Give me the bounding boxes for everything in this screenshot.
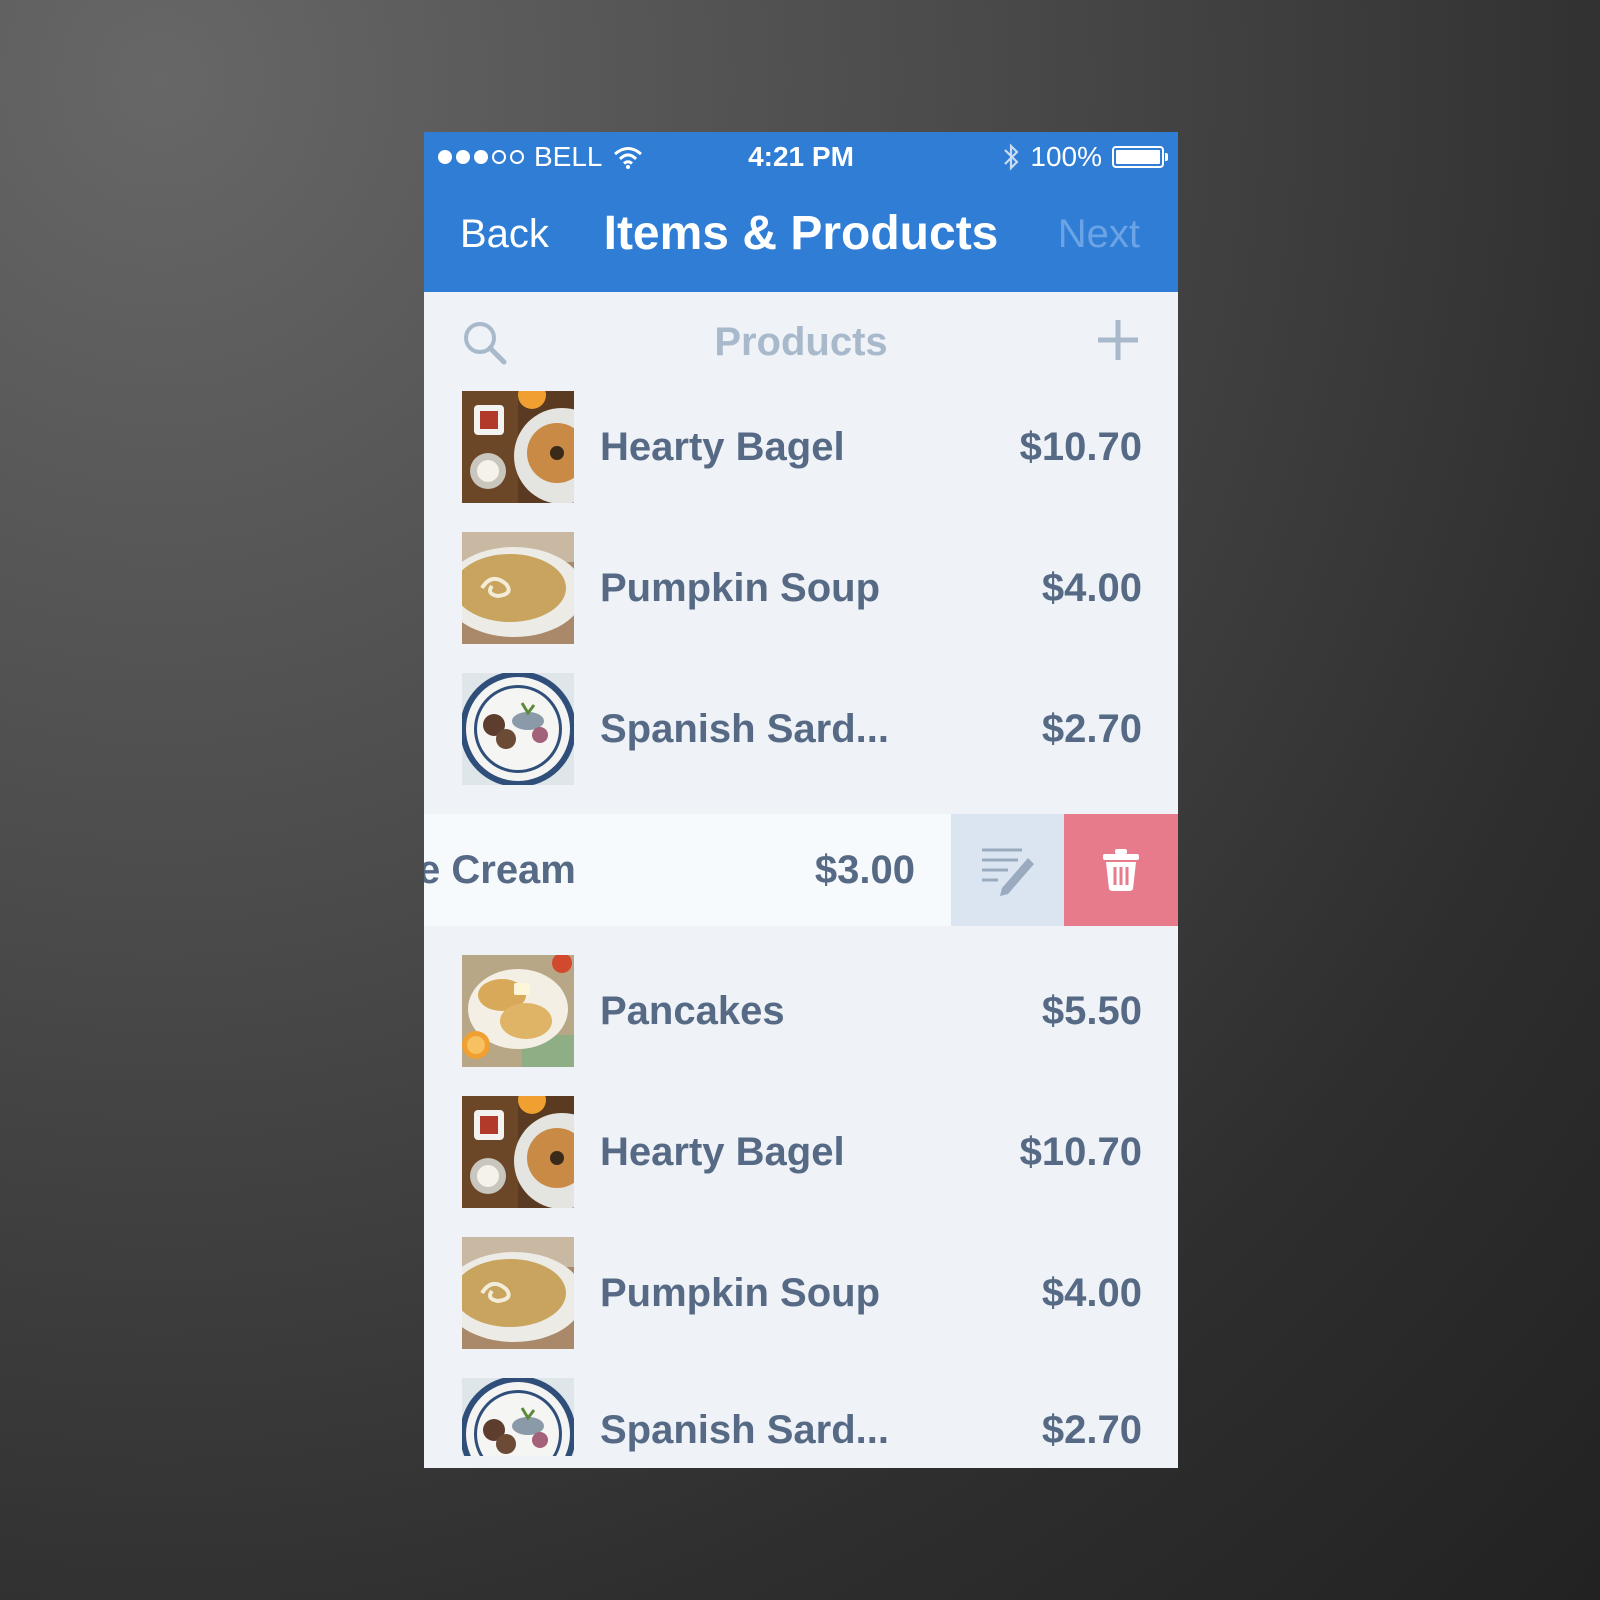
product-row[interactable]: Pumpkin Soup $4.00: [424, 1237, 1178, 1378]
edit-button[interactable]: [951, 814, 1064, 926]
product-name: Hearty Bagel: [600, 1130, 845, 1174]
product-price: $4.00: [1041, 566, 1142, 610]
product-name: Hearty Bagel: [600, 425, 845, 469]
bluetooth-icon: [1004, 143, 1019, 171]
product-row[interactable]: Pancakes $5.50: [424, 955, 1178, 1096]
product-name: Spanish Sard...: [600, 707, 889, 751]
search-bar: Products: [424, 292, 1178, 392]
add-product-icon[interactable]: [1094, 316, 1142, 364]
product-name: Pancakes: [600, 989, 785, 1033]
status-right: 100%: [1002, 141, 1168, 173]
product-name: Pumpkin Soup: [600, 1271, 880, 1315]
product-price: $5.50: [1041, 989, 1142, 1033]
section-title: Products: [714, 320, 888, 364]
product-row[interactable]: Spanish Sard... $2.70: [424, 1378, 1178, 1468]
phone-screen: BELL 4:21 PM 100% Back Items & Products …: [424, 132, 1178, 1468]
bagel-thumbnail: [462, 391, 574, 503]
product-price: $10.70: [1019, 425, 1142, 469]
product-row[interactable]: Hearty Bagel $10.70: [424, 1096, 1178, 1237]
trash-icon: [1103, 849, 1139, 891]
swiped-row-content[interactable]: e Cream $3.00: [424, 814, 951, 926]
product-price: $3.00: [814, 848, 915, 892]
soup-thumbnail: [462, 1237, 574, 1349]
sardine-thumbnail: [462, 1378, 574, 1456]
battery-icon: [1112, 146, 1168, 168]
product-price: $2.70: [1041, 1408, 1142, 1452]
product-name: e Cream: [424, 848, 576, 892]
product-row[interactable]: Pumpkin Soup $4.00: [424, 532, 1178, 673]
product-price: $4.00: [1041, 1271, 1142, 1315]
status-bar: BELL 4:21 PM 100%: [424, 132, 1178, 182]
product-row[interactable]: Hearty Bagel $10.70: [424, 391, 1178, 532]
swiped-product-row: e Cream $3.00: [424, 814, 1178, 926]
nav-bar: Back Items & Products Next: [424, 182, 1178, 292]
pancake-thumbnail: [462, 955, 574, 1067]
sardine-thumbnail: [462, 673, 574, 785]
product-row[interactable]: Spanish Sard... $2.70: [424, 673, 1178, 814]
product-name: Spanish Sard...: [600, 1408, 889, 1452]
product-price: $2.70: [1041, 707, 1142, 751]
soup-thumbnail: [462, 532, 574, 644]
product-price: $10.70: [1019, 1130, 1142, 1174]
next-button[interactable]: Next: [1058, 212, 1140, 257]
delete-button[interactable]: [1064, 814, 1178, 926]
battery-label: 100%: [1030, 141, 1102, 172]
edit-icon: [982, 848, 1034, 896]
product-name: Pumpkin Soup: [600, 566, 880, 610]
bagel-thumbnail: [462, 1096, 574, 1208]
